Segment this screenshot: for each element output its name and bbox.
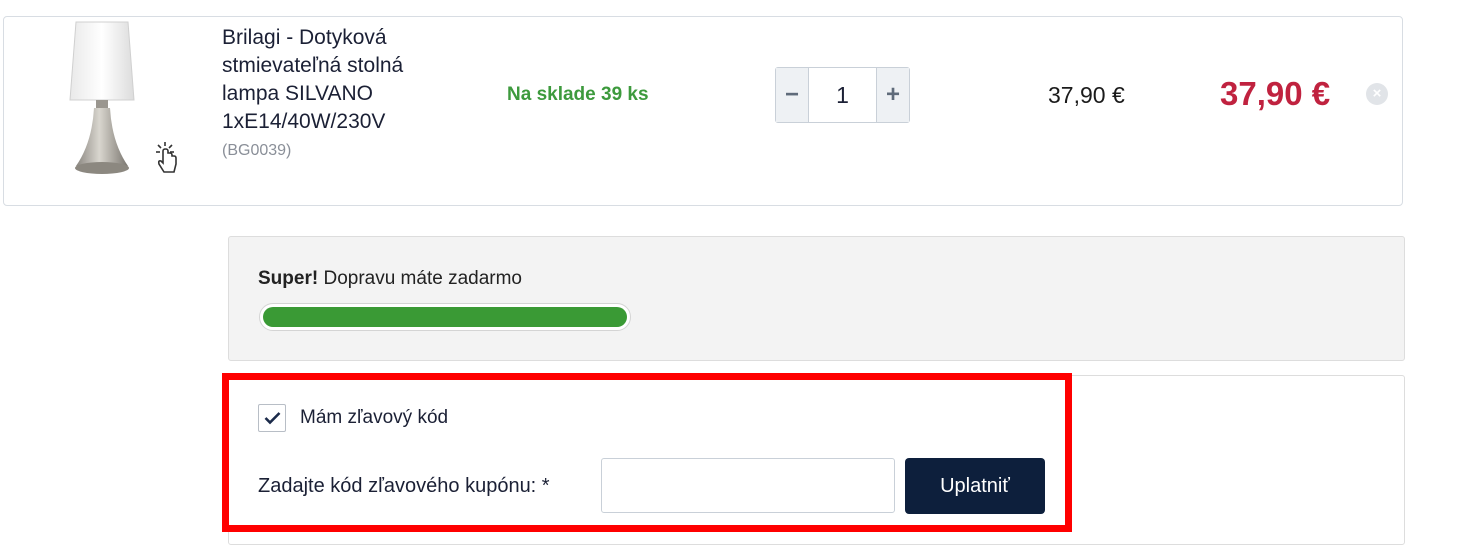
- touch-hand-icon: [156, 142, 177, 173]
- stock-status: Na sklade 39 ks: [507, 84, 649, 105]
- shipping-progress-bar: [259, 303, 631, 331]
- shipping-highlight: Super!: [258, 268, 319, 289]
- product-name-link[interactable]: Brilagi - Dotyková stmievateľná stolná l…: [222, 24, 462, 136]
- remove-item-icon[interactable]: ×: [1366, 83, 1388, 105]
- lamp-product-image[interactable]: [66, 18, 138, 178]
- product-sku: (BG0039): [222, 142, 292, 159]
- shipping-text: Dopravu máte zadarmo: [318, 268, 523, 289]
- quantity-increase-button[interactable]: +: [876, 68, 909, 122]
- free-shipping-message: Super! Dopravu máte zadarmo: [258, 268, 522, 290]
- shipping-progress-fill: [263, 307, 627, 327]
- quantity-stepper: − 1 +: [775, 67, 910, 123]
- unit-price: 37,90 €: [1048, 82, 1125, 108]
- free-shipping-panel: Super! Dopravu máte zadarmo: [228, 236, 1405, 361]
- highlight-box: [222, 373, 1072, 532]
- quantity-decrease-button[interactable]: −: [776, 68, 809, 122]
- total-price: 37,90 €: [1220, 75, 1331, 112]
- quantity-input[interactable]: 1: [809, 68, 876, 122]
- cart-item-row: [3, 16, 1403, 206]
